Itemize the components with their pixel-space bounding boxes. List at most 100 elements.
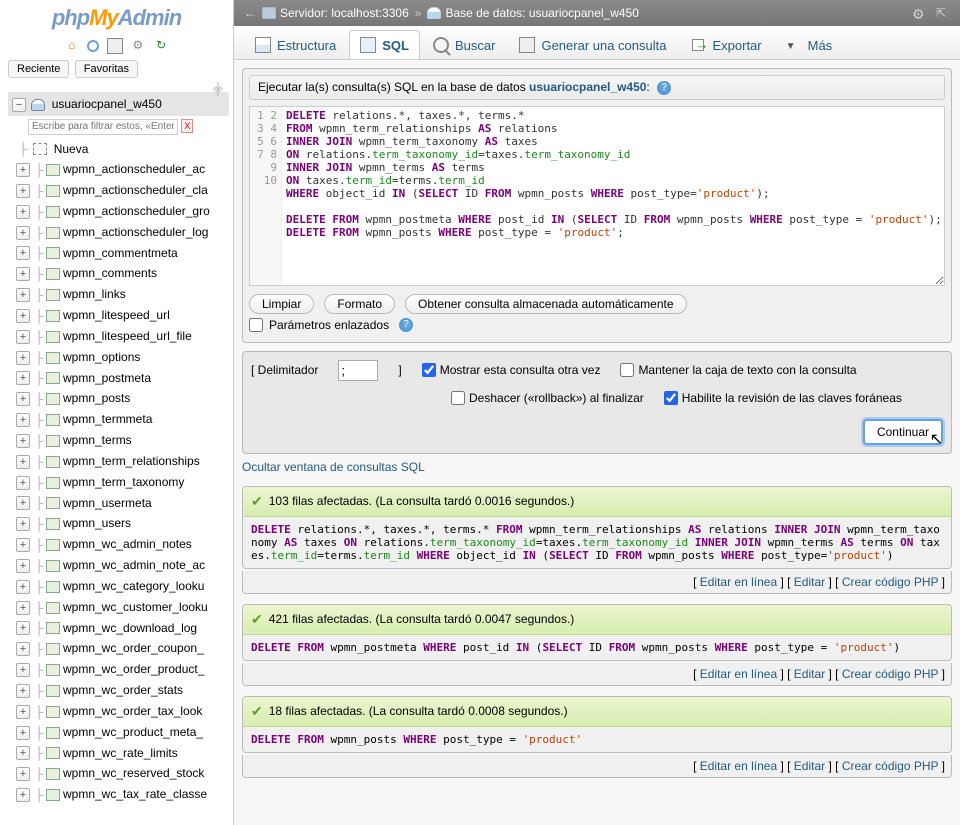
fk-checkbox[interactable] <box>664 391 678 405</box>
tab-generate[interactable]: Generar una consulta <box>508 30 677 59</box>
table-row[interactable]: +├wpmn_wc_admin_note_ac <box>12 555 233 576</box>
docs-icon[interactable] <box>107 38 123 54</box>
table-row[interactable]: +├wpmn_wc_order_stats <box>12 680 233 701</box>
collapse-icon[interactable]: − <box>12 98 26 112</box>
tab-more[interactable]: Más <box>775 30 844 59</box>
expand-icon[interactable]: + <box>16 413 30 427</box>
table-row[interactable]: +├wpmn_wc_category_looku <box>12 576 233 597</box>
db-root[interactable]: − usuariocpanel_w450 <box>8 92 229 116</box>
edit-link[interactable]: Editar <box>794 575 825 589</box>
auto-saved-button[interactable]: Obtener consulta almacenada automáticame… <box>405 294 687 314</box>
expand-icon[interactable]: + <box>16 205 30 219</box>
expand-icon[interactable]: + <box>16 496 30 510</box>
table-row[interactable]: +├wpmn_links <box>12 284 233 305</box>
expand-icon[interactable]: + <box>16 559 30 573</box>
php-link[interactable]: Crear código PHP <box>842 575 939 589</box>
php-link[interactable]: Crear código PHP <box>842 667 939 681</box>
expand-icon[interactable]: + <box>16 351 30 365</box>
edit-inline-link[interactable]: Editar en línea <box>700 575 777 589</box>
table-row[interactable]: +├wpmn_wc_order_coupon_ <box>12 638 233 659</box>
expand-icon[interactable]: + <box>16 580 30 594</box>
table-row[interactable]: +├wpmn_actionscheduler_gro <box>12 201 233 222</box>
expand-icon[interactable]: + <box>16 184 30 198</box>
table-row[interactable]: +├wpmn_wc_reserved_stock <box>12 763 233 784</box>
expand-icon[interactable]: + <box>16 726 30 740</box>
expand-icon[interactable]: + <box>16 538 30 552</box>
table-row[interactable]: +├wpmn_wc_rate_limits <box>12 743 233 764</box>
delimiter-input[interactable] <box>338 360 378 381</box>
table-row[interactable]: +├wpmn_termmeta <box>12 409 233 430</box>
table-row[interactable]: +├wpmn_wc_download_log <box>12 618 233 639</box>
table-row[interactable]: +├wpmn_wc_customer_looku <box>12 597 233 618</box>
table-row[interactable]: +├wpmn_comments <box>12 263 233 284</box>
expand-icon[interactable]: + <box>16 455 30 469</box>
rollback-checkbox[interactable] <box>451 391 465 405</box>
tab-sql[interactable]: SQL <box>349 30 420 59</box>
edit-inline-link[interactable]: Editar en línea <box>700 667 777 681</box>
table-row[interactable]: +├wpmn_commentmeta <box>12 243 233 264</box>
edit-inline-link[interactable]: Editar en línea <box>700 759 777 773</box>
table-row[interactable]: +├wpmn_actionscheduler_ac <box>12 159 233 180</box>
format-button[interactable]: Formato <box>324 294 395 314</box>
expand-icon[interactable]: + <box>16 767 30 781</box>
sql-editor[interactable]: 1 2 3 4 5 6 7 8 9 10 DELETE relations.*,… <box>249 106 945 286</box>
expand-icon[interactable]: + <box>16 476 30 490</box>
expand-icon[interactable]: + <box>16 601 30 615</box>
continue-button[interactable]: Continuar↖ <box>863 419 943 445</box>
recent-tab[interactable]: Reciente <box>8 60 69 78</box>
clear-button[interactable]: Limpiar <box>249 294 314 314</box>
left-handle-icon[interactable]: ← <box>244 6 256 20</box>
breadcrumb-db[interactable]: Base de datos: usuariocpanel_w450 <box>445 6 638 20</box>
expand-icon[interactable]: + <box>16 517 30 531</box>
expand-icon[interactable]: + <box>16 267 30 281</box>
expand-icon[interactable]: + <box>16 371 30 385</box>
bound-params-checkbox[interactable] <box>249 318 263 332</box>
edit-link[interactable]: Editar <box>794 759 825 773</box>
table-row[interactable]: +├wpmn_usermeta <box>12 493 233 514</box>
table-row[interactable]: +├wpmn_litespeed_url <box>12 305 233 326</box>
expand-icon[interactable]: + <box>16 330 30 344</box>
expand-icon[interactable]: + <box>16 226 30 240</box>
expand-icon[interactable]: + <box>16 434 30 448</box>
table-row[interactable]: +├wpmn_wc_order_tax_look <box>12 701 233 722</box>
table-row[interactable]: +├wpmn_actionscheduler_log <box>12 222 233 243</box>
tab-export[interactable]: Exportar <box>679 30 772 59</box>
table-row[interactable]: +├wpmn_wc_tax_rate_classe <box>12 784 233 805</box>
table-row[interactable]: +├wpmn_term_taxonomy <box>12 472 233 493</box>
tab-search[interactable]: Buscar <box>422 30 506 59</box>
breadcrumb-server[interactable]: Servidor: localhost:3306 <box>280 6 409 20</box>
table-row[interactable]: +├wpmn_postmeta <box>12 368 233 389</box>
new-table[interactable]: ├ Nueva <box>12 139 233 160</box>
table-row[interactable]: +├wpmn_actionscheduler_cla <box>12 180 233 201</box>
code-area[interactable]: DELETE relations.*, taxes.*, terms.* FRO… <box>286 109 940 239</box>
reload-icon[interactable]: ↻ <box>153 38 169 54</box>
logout-icon[interactable] <box>87 40 99 52</box>
table-row[interactable]: +├wpmn_litespeed_url_file <box>12 326 233 347</box>
toggle-sql-box-link[interactable]: Ocultar ventana de consultas SQL <box>242 460 425 474</box>
show-again-checkbox[interactable] <box>422 363 436 377</box>
help-icon[interactable]: ? <box>399 318 413 332</box>
table-row[interactable]: +├wpmn_users <box>12 513 233 534</box>
keep-box-checkbox[interactable] <box>620 363 634 377</box>
panel-collapse-icon[interactable] <box>936 6 950 20</box>
expand-icon[interactable]: + <box>16 288 30 302</box>
expand-icon[interactable]: + <box>16 705 30 719</box>
clear-filter-icon[interactable]: X <box>181 119 193 133</box>
edit-link[interactable]: Editar <box>794 667 825 681</box>
table-row[interactable]: +├wpmn_wc_product_meta_ <box>12 722 233 743</box>
table-row[interactable]: +├wpmn_options <box>12 347 233 368</box>
table-row[interactable]: +├wpmn_wc_order_product_ <box>12 659 233 680</box>
help-icon[interactable]: ? <box>657 81 671 95</box>
settings-icon[interactable]: ⚙ <box>130 38 146 54</box>
table-row[interactable]: +├wpmn_posts <box>12 388 233 409</box>
db-link[interactable]: usuariocpanel_w450 <box>529 80 646 94</box>
table-row[interactable]: +├wpmn_terms <box>12 430 233 451</box>
filter-input[interactable] <box>28 119 178 135</box>
home-icon[interactable]: ⌂ <box>64 38 80 54</box>
expand-icon[interactable]: + <box>16 163 30 177</box>
table-row[interactable]: +├wpmn_term_relationships <box>12 451 233 472</box>
expand-icon[interactable]: + <box>16 788 30 802</box>
expand-icon[interactable]: + <box>16 392 30 406</box>
expand-icon[interactable]: + <box>16 746 30 760</box>
expand-icon[interactable]: + <box>16 642 30 656</box>
